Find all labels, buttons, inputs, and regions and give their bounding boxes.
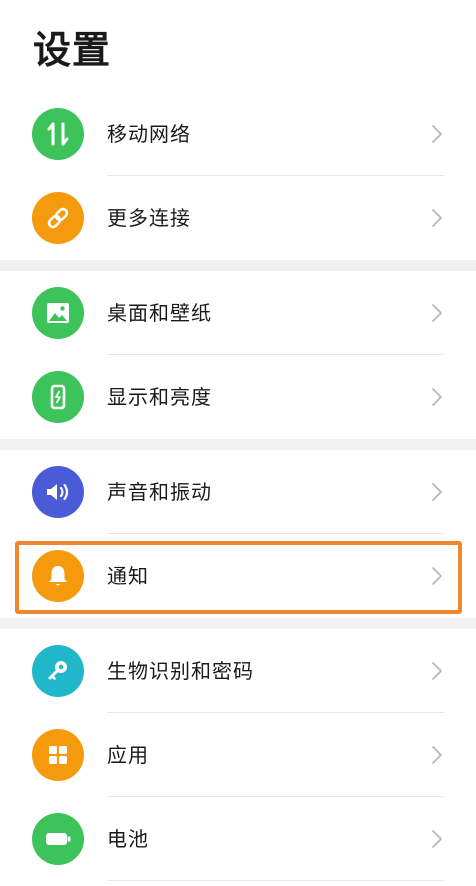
chevron-right-icon [432, 125, 442, 143]
settings-item-label: 应用 [107, 743, 149, 767]
settings-item-wallpaper[interactable]: 桌面和壁纸 [0, 271, 476, 355]
settings-item-display-brightness[interactable]: 显示和亮度 [0, 355, 476, 439]
settings-group-sound-notifications: 声音和振动 通知 [0, 450, 476, 618]
chevron-right-icon [432, 662, 442, 680]
settings-item-label: 声音和振动 [107, 480, 212, 504]
settings-item-label: 移动网络 [107, 122, 191, 146]
chevron-right-icon [432, 746, 442, 764]
settings-item-notifications[interactable]: 通知 [0, 534, 476, 618]
settings-item-label: 通知 [107, 564, 149, 588]
key-icon [32, 645, 84, 697]
apps-grid-icon [32, 729, 84, 781]
group-separator [0, 439, 476, 450]
group-separator [0, 260, 476, 271]
settings-item-sound-vibration[interactable]: 声音和振动 [0, 450, 476, 534]
chevron-right-icon [432, 567, 442, 585]
wallpaper-icon [32, 287, 84, 339]
settings-item-label: 桌面和壁纸 [107, 301, 212, 325]
settings-item-more-connections[interactable]: 更多连接 [0, 176, 476, 260]
group-separator [0, 618, 476, 629]
chevron-right-icon [432, 830, 442, 848]
settings-item-mobile-network[interactable]: 移动网络 [0, 92, 476, 176]
page-title: 设置 [33, 28, 112, 72]
settings-item-battery[interactable]: 电池 [0, 797, 476, 881]
display-icon [32, 371, 84, 423]
settings-item-biometrics-password[interactable]: 生物识别和密码 [0, 629, 476, 713]
speaker-icon [32, 466, 84, 518]
settings-group-connectivity: 移动网络 更多连接 [0, 92, 476, 260]
battery-icon [32, 813, 84, 865]
chevron-right-icon [432, 209, 442, 227]
mobile-data-icon [32, 108, 84, 160]
settings-item-label: 生物识别和密码 [107, 659, 254, 683]
settings-item-label: 电池 [107, 827, 149, 851]
link-icon [32, 192, 84, 244]
settings-item-label: 更多连接 [107, 206, 191, 230]
chevron-right-icon [432, 483, 442, 501]
settings-group-display: 桌面和壁纸 显示和亮度 [0, 271, 476, 439]
chevron-right-icon [432, 304, 442, 322]
settings-group-security-apps: 生物识别和密码 应用 电池 [0, 629, 476, 881]
settings-item-label: 显示和亮度 [107, 385, 212, 409]
settings-item-apps[interactable]: 应用 [0, 713, 476, 797]
chevron-right-icon [432, 388, 442, 406]
row-divider [107, 880, 444, 881]
bell-icon [32, 550, 84, 602]
